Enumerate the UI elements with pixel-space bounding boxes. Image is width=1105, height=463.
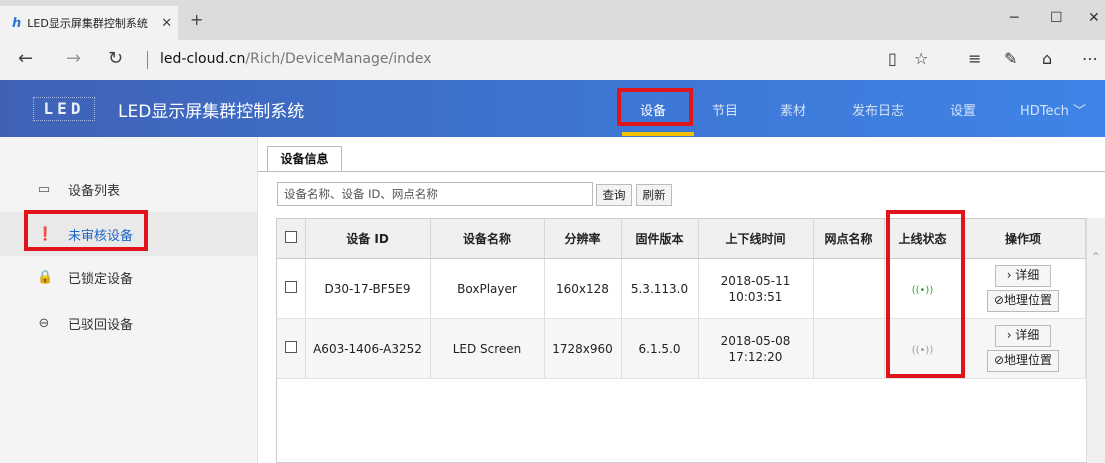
lock-icon: 🔒 [37, 269, 54, 285]
user-name: HDTech [1020, 104, 1069, 119]
online-clock: 17:12:20 [728, 349, 783, 364]
row-checkbox[interactable] [284, 341, 297, 353]
url-field[interactable]: led-cloud.cn/Rich/DeviceManage/index [160, 51, 432, 67]
col-device-name[interactable]: 设备名称 [430, 219, 545, 259]
cell-device-name: BoxPlayer [430, 258, 545, 319]
nav-devices-highlight [617, 88, 693, 126]
nav-publish-log[interactable]: 发布日志 [852, 100, 904, 119]
col-resolution[interactable]: 分辨率 [544, 219, 622, 259]
sidebar-item-device-list[interactable]: ▭ 设备列表 [0, 167, 257, 211]
browser-tab[interactable]: ℎ LED显示屏集群控制系统 ✕ [0, 6, 178, 40]
web-note-icon[interactable]: ✎ [1004, 49, 1017, 68]
col-site-name[interactable]: 网点名称 [813, 219, 885, 259]
back-icon[interactable]: ← [18, 48, 33, 69]
app-header: LED LED显示屏集群控制系统 节目 素材 发布日志 设置 HDTech ﹀ [0, 80, 1105, 137]
row-checkbox-cell[interactable] [277, 258, 306, 319]
sidebar-item-label: 设备列表 [68, 183, 121, 199]
user-menu[interactable]: HDTech ﹀ [1020, 100, 1086, 119]
col-actions: 操作项 [961, 219, 1086, 259]
search-input[interactable]: 设备名称、设备 ID、网点名称 [277, 182, 593, 206]
cell-actions: › 详细 ⊘地理位置 [961, 318, 1086, 379]
device-table: 设备 ID 设备名称 分辨率 固件版本 上下线时间 网点名称 上线状态 操作项 … [276, 218, 1087, 463]
hd-favicon-icon: ℎ [12, 15, 22, 31]
close-window-icon[interactable]: ✕ [1088, 10, 1100, 26]
row-checkbox-cell[interactable] [277, 318, 306, 379]
sidebar-highlight-box [24, 210, 148, 251]
cell-online-time: 2018-05-08 17:12:20 [698, 318, 814, 379]
sidebar-item-label: 已驳回设备 [68, 317, 134, 333]
online-clock: 10:03:51 [728, 289, 783, 304]
cell-firmware: 6.1.5.0 [621, 318, 699, 379]
sidebar-item-rejected[interactable]: ⊖ 已驳回设备 [0, 301, 257, 345]
url-domain: led-cloud.cn [160, 51, 246, 67]
led-logo: LED [33, 97, 95, 121]
col-online-time[interactable]: 上下线时间 [698, 219, 814, 259]
select-all-checkbox[interactable] [284, 231, 297, 243]
minimize-icon[interactable]: ─ [1010, 10, 1018, 26]
col-firmware[interactable]: 固件版本 [621, 219, 699, 259]
detail-button[interactable]: › 详细 [995, 265, 1051, 287]
select-all-cell[interactable] [277, 219, 306, 259]
query-button[interactable]: 查询 [596, 184, 632, 206]
monitor-icon: ▭ [37, 181, 51, 197]
tab-title: LED显示屏集群控制系统 [27, 17, 148, 30]
new-tab-icon[interactable]: + [190, 10, 203, 29]
refresh-icon[interactable]: ↻ [108, 48, 123, 69]
online-status-highlight [886, 210, 965, 378]
reading-view-icon[interactable]: ▯ [888, 49, 897, 68]
vertical-scrollbar[interactable]: ^ [1086, 218, 1105, 463]
row-checkbox[interactable] [284, 281, 297, 293]
cell-resolution: 1728x960 [544, 318, 622, 379]
tab-device-info[interactable]: 设备信息 [267, 146, 342, 172]
online-date: 2018-05-08 [720, 333, 791, 348]
chevron-down-icon: ﹀ [1073, 104, 1087, 119]
address-bar: ← → ↻ led-cloud.cn/Rich/DeviceManage/ind… [0, 40, 1105, 81]
more-icon[interactable]: ⋯ [1082, 49, 1098, 68]
sidebar-item-locked[interactable]: 🔒 已锁定设备 [0, 255, 257, 299]
nav-settings[interactable]: 设置 [950, 100, 976, 119]
forward-icon[interactable]: → [66, 48, 81, 69]
location-button[interactable]: ⊘地理位置 [987, 350, 1059, 372]
cell-online-time: 2018-05-11 10:03:51 [698, 258, 814, 319]
sidebar: ▭ 设备列表 ❗ 未审核设备 🔒 已锁定设备 ⊖ 已驳回设备 [0, 137, 258, 463]
favorite-star-icon[interactable]: ☆ [914, 49, 928, 68]
cell-device-name: LED Screen [430, 318, 545, 379]
cell-device-id: D30-17-BF5E9 [305, 258, 431, 319]
tab-underline [258, 171, 1105, 172]
address-separator [147, 51, 148, 69]
sidebar-item-label: 已锁定设备 [68, 271, 134, 287]
url-path: /Rich/DeviceManage/index [245, 51, 432, 67]
cell-site-name [813, 318, 885, 379]
cell-site-name [813, 258, 885, 319]
online-date: 2018-05-11 [720, 273, 791, 288]
minus-circle-icon: ⊖ [38, 315, 50, 331]
cell-firmware: 5.3.113.0 [621, 258, 699, 319]
col-device-id[interactable]: 设备 ID [305, 219, 431, 259]
cell-resolution: 160x128 [544, 258, 622, 319]
active-nav-underline [622, 132, 694, 136]
maximize-icon[interactable]: ☐ [1050, 10, 1063, 26]
browser-tabbar: ℎ LED显示屏集群控制系统 ✕ + ─ ☐ ✕ [0, 0, 1105, 40]
cell-actions: › 详细 ⊘地理位置 [961, 258, 1086, 319]
nav-programs[interactable]: 节目 [712, 100, 738, 119]
cell-device-id: A603-1406-A3252 [305, 318, 431, 379]
hub-icon[interactable]: ≡ [968, 49, 981, 68]
scroll-up-icon[interactable]: ^ [1092, 252, 1100, 262]
close-tab-icon[interactable]: ✕ [161, 16, 172, 31]
app-title: LED显示屏集群控制系统 [118, 102, 305, 122]
location-button[interactable]: ⊘地理位置 [987, 290, 1059, 312]
nav-materials[interactable]: 素材 [780, 100, 806, 119]
refresh-button[interactable]: 刷新 [636, 184, 672, 206]
detail-button[interactable]: › 详细 [995, 325, 1051, 347]
share-icon[interactable]: ⌂ [1042, 49, 1052, 68]
